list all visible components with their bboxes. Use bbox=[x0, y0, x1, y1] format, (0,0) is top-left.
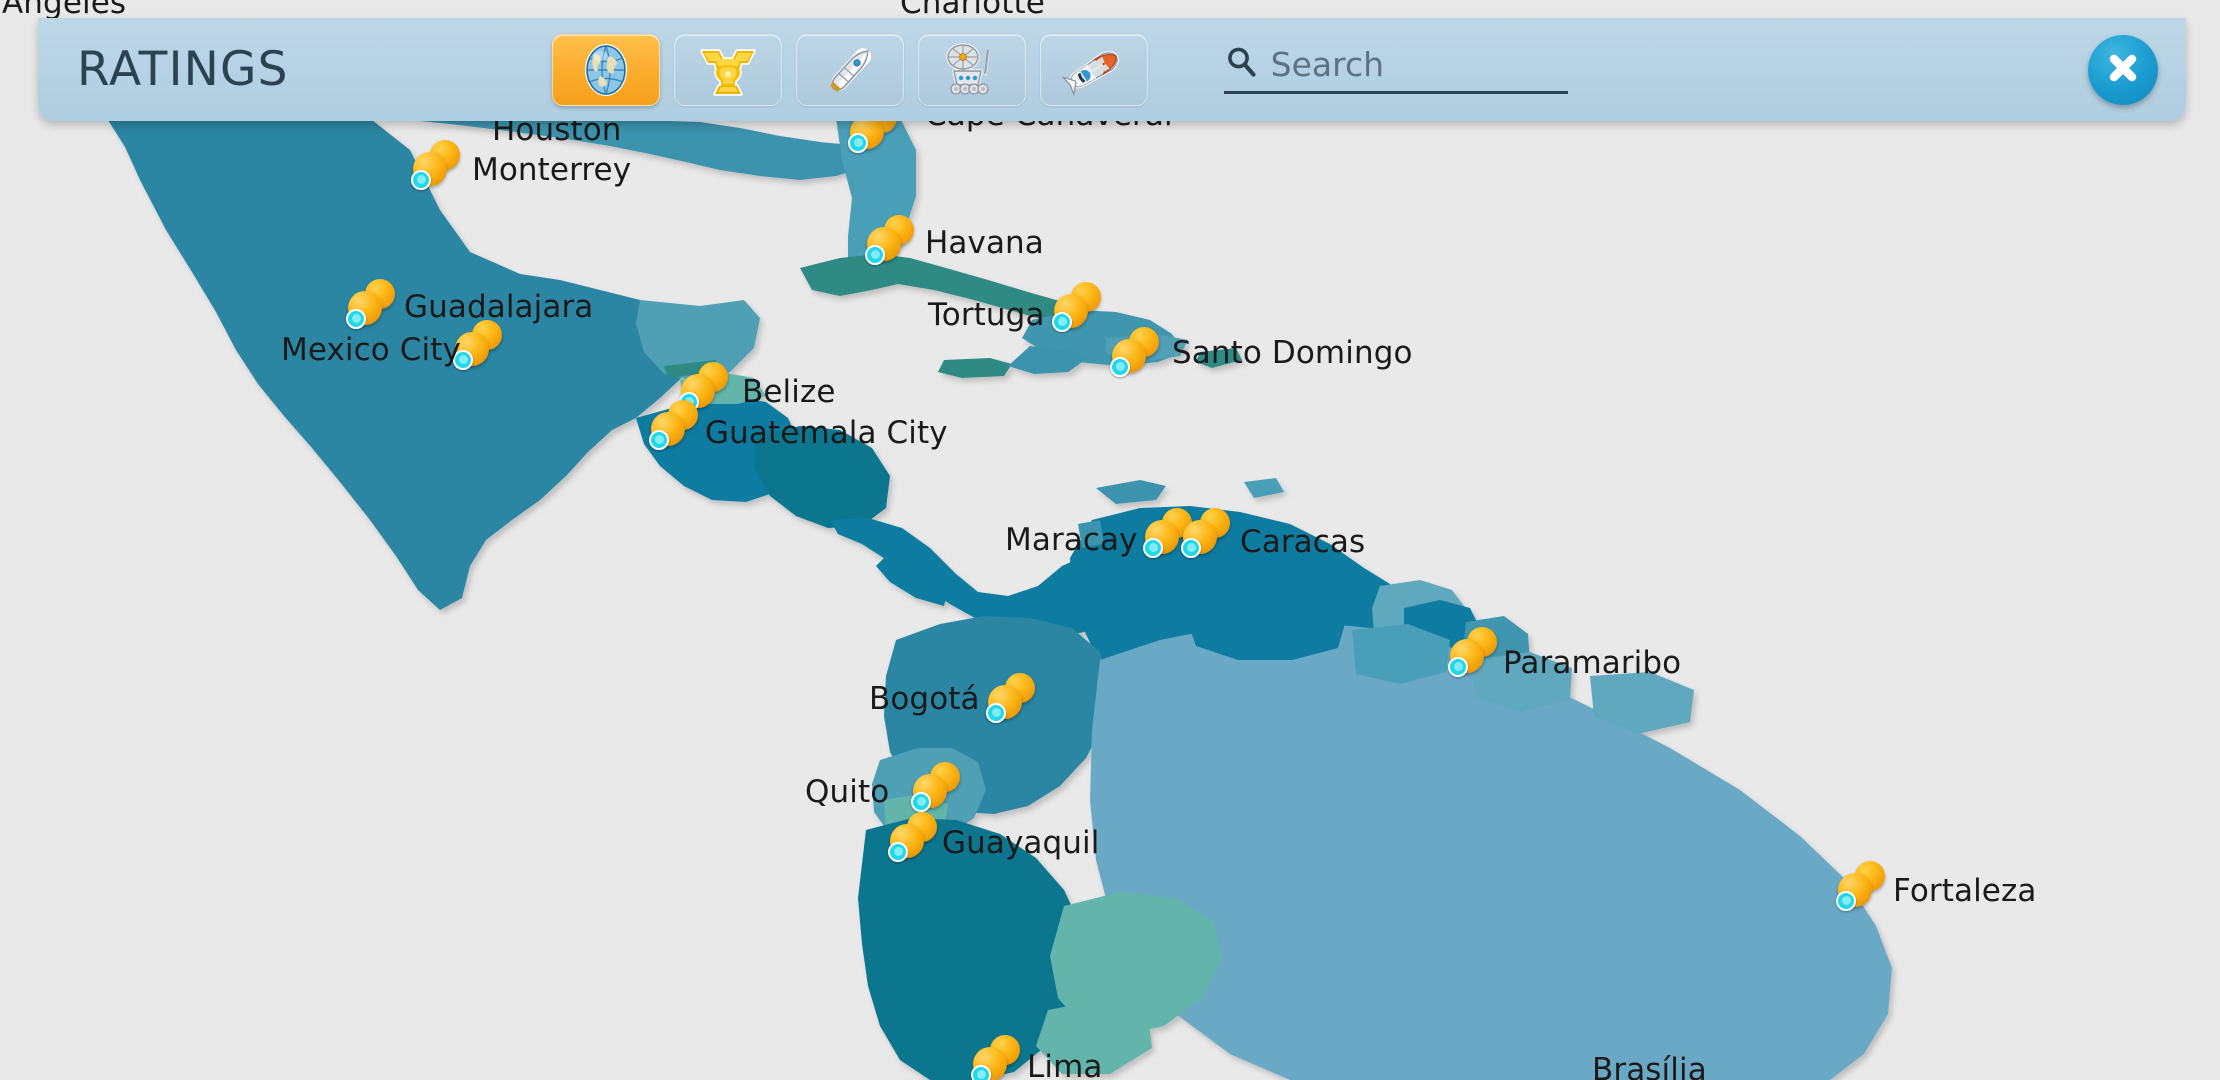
rover-icon bbox=[941, 41, 1003, 99]
map-pin[interactable] bbox=[1049, 282, 1103, 336]
search-input[interactable] bbox=[1270, 45, 1551, 84]
map-pin[interactable] bbox=[885, 812, 939, 866]
pin-base bbox=[848, 133, 868, 153]
map-pin[interactable] bbox=[968, 1035, 1022, 1080]
map-pin[interactable] bbox=[646, 400, 700, 454]
shuttle-icon bbox=[1061, 42, 1126, 98]
pin-base bbox=[1052, 312, 1072, 332]
rocket-icon bbox=[820, 40, 880, 100]
city-label: Havana bbox=[925, 225, 1044, 261]
city-label: Santo Domingo bbox=[1172, 335, 1413, 371]
map-pin[interactable] bbox=[908, 762, 962, 816]
map-pin[interactable] bbox=[983, 673, 1037, 727]
city-label: Tortuga bbox=[928, 297, 1045, 333]
world-map[interactable]: AngelesCharlotteHoustonMonterreyCape Can… bbox=[0, 0, 2220, 1080]
city-label: Lima bbox=[1027, 1049, 1103, 1080]
close-icon bbox=[2103, 48, 2143, 92]
city-label: Bogotá bbox=[869, 681, 980, 717]
city-label: Angeles bbox=[2, 0, 127, 21]
pin-base bbox=[1836, 891, 1856, 911]
city-label: Fortaleza bbox=[1893, 873, 2037, 909]
city-label: Brasília bbox=[1592, 1052, 1707, 1080]
map-pin[interactable] bbox=[343, 279, 397, 333]
city-label: Belize bbox=[742, 374, 836, 410]
tab-shuttle-flights[interactable] bbox=[1039, 33, 1148, 106]
city-label: Monterrey bbox=[472, 152, 632, 188]
ratings-panel: RATINGS bbox=[38, 18, 2186, 121]
map-pin[interactable] bbox=[1833, 861, 1887, 915]
map-pin[interactable] bbox=[862, 215, 916, 269]
pin-base bbox=[888, 842, 908, 862]
pin-base bbox=[986, 703, 1006, 723]
pin-base bbox=[865, 245, 885, 265]
tab-rover-missions[interactable] bbox=[917, 33, 1026, 106]
pin-base bbox=[411, 170, 431, 190]
city-label: Maracay bbox=[1005, 522, 1138, 558]
city-label: Guayaquil bbox=[942, 825, 1100, 861]
search-icon bbox=[1224, 45, 1258, 83]
city-label: Caracas bbox=[1240, 524, 1366, 560]
tab-globe-locations[interactable] bbox=[551, 33, 660, 106]
city-label: Mexico City bbox=[281, 332, 461, 368]
pin-base bbox=[911, 792, 931, 812]
map-pin[interactable] bbox=[1107, 327, 1161, 381]
close-button[interactable] bbox=[2088, 34, 2158, 105]
city-label: Guadalajara bbox=[404, 289, 594, 325]
city-label: Paramaribo bbox=[1503, 645, 1682, 681]
city-label: Quito bbox=[805, 774, 890, 810]
page-title: RATINGS bbox=[77, 42, 289, 97]
category-tab-bar bbox=[551, 33, 1148, 106]
pin-base bbox=[1448, 657, 1468, 677]
map-application-window: AngelesCharlotteHoustonMonterreyCape Can… bbox=[0, 0, 2220, 1080]
tab-rocket-launchers[interactable] bbox=[795, 33, 904, 106]
tab-trophy-awards[interactable] bbox=[673, 33, 782, 106]
city-label: Guatemala City bbox=[705, 415, 948, 451]
pin-base bbox=[1143, 538, 1163, 558]
pin-base bbox=[1110, 357, 1130, 377]
map-pin[interactable] bbox=[1445, 627, 1499, 681]
globe-icon bbox=[576, 40, 636, 100]
pin-base bbox=[1181, 538, 1201, 558]
trophy-icon bbox=[697, 42, 759, 98]
search-field[interactable] bbox=[1223, 45, 1568, 94]
map-pin[interactable] bbox=[408, 140, 462, 194]
city-label: Charlotte bbox=[900, 0, 1045, 21]
pin-base bbox=[346, 309, 366, 329]
pin-base bbox=[649, 430, 669, 450]
map-pin[interactable] bbox=[1178, 508, 1232, 562]
pin-base bbox=[971, 1065, 991, 1080]
